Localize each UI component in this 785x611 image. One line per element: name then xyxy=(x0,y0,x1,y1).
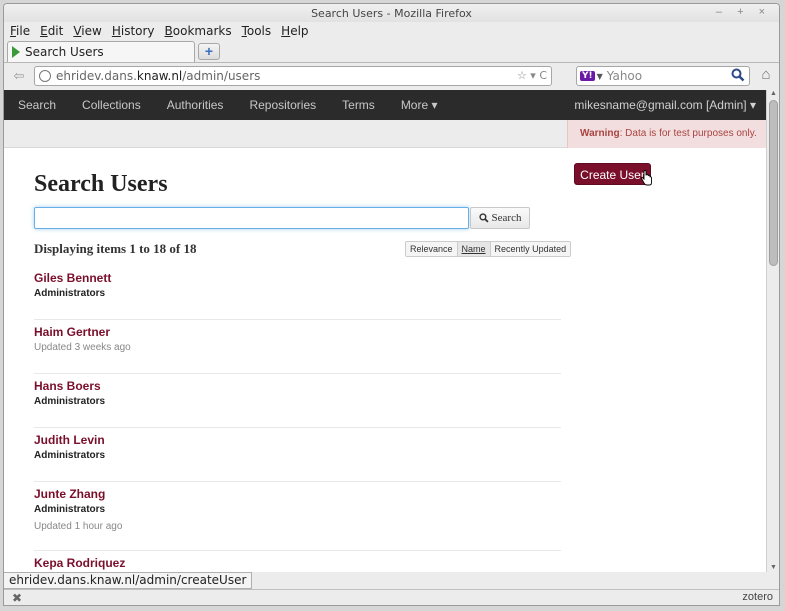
search-button[interactable]: Search xyxy=(470,207,530,229)
site-navbar: Search Collections Authorities Repositor… xyxy=(4,90,766,120)
tab-search-users[interactable]: Search Users xyxy=(7,41,195,62)
list-item: Kepa Rodriquez xyxy=(34,551,561,572)
menu-history[interactable]: History xyxy=(112,24,155,38)
close-icon[interactable]: ✖ xyxy=(12,591,22,605)
user-name-link[interactable]: Junte Zhang xyxy=(34,487,561,504)
url-path: /admin/users xyxy=(182,69,261,83)
status-url: ehridev.dans.knaw.nl/admin/createUser xyxy=(4,572,253,589)
title-bar: Search Users - Mozilla Firefox – + × xyxy=(4,4,779,22)
search-button-label: Search xyxy=(491,212,522,224)
web-search-placeholder: Yahoo xyxy=(606,69,643,83)
list-item: Junte Zhang Administrators Updated 1 hou… xyxy=(34,482,561,551)
user-name-link[interactable]: Kepa Rodriquez xyxy=(34,556,561,572)
menu-file[interactable]: File xyxy=(10,24,30,38)
url-tools[interactable]: ☆ ▾ C xyxy=(517,69,547,82)
nav-search[interactable]: Search xyxy=(18,98,56,112)
warning-banner: Warning: Data is for test purposes only. xyxy=(567,120,766,148)
search-icon xyxy=(478,213,489,223)
user-group: Administrators xyxy=(34,504,106,515)
scroll-up-icon[interactable]: ▲ xyxy=(770,90,777,97)
user-group: Administrators xyxy=(34,450,106,461)
user-updated: Updated 1 hour ago xyxy=(34,521,123,532)
search-icon[interactable] xyxy=(731,68,745,82)
nav-collections[interactable]: Collections xyxy=(82,98,141,112)
window-controls[interactable]: – + × xyxy=(716,6,771,18)
chevron-down-icon[interactable]: ▼ xyxy=(597,72,603,81)
user-name-link[interactable]: Judith Levin xyxy=(34,433,561,450)
page-content: Search Collections Authorities Repositor… xyxy=(4,90,766,572)
menu-bookmarks[interactable]: Bookmarks xyxy=(165,24,232,38)
sort-relevance[interactable]: Relevance xyxy=(406,242,458,256)
user-menu[interactable]: mikesname@gmail.com [Admin] ▾ xyxy=(574,98,756,112)
scroll-down-icon[interactable]: ▼ xyxy=(770,564,777,571)
user-list: Giles Bennett Administrators Haim Gertne… xyxy=(34,266,561,572)
navigation-bar: ⇦ ehridev.dans. knaw.nl/admin/users ☆ ▾ C… xyxy=(4,62,779,88)
addon-bar: ✖ zotero xyxy=(4,589,779,605)
list-item: Haim Gertner Updated 3 weeks ago xyxy=(34,320,561,374)
browser-window: Search Users - Mozilla Firefox – + × Fil… xyxy=(3,3,780,606)
menu-view[interactable]: View xyxy=(73,24,101,38)
menu-tools[interactable]: Tools xyxy=(242,24,272,38)
page-title: Search Users xyxy=(34,171,168,197)
hand-cursor-icon xyxy=(640,170,652,186)
url-prefix: ehridev.dans. xyxy=(56,69,137,83)
search-input[interactable] xyxy=(34,207,469,229)
menu-help[interactable]: Help xyxy=(281,24,308,38)
list-item: Hans Boers Administrators xyxy=(34,374,561,428)
tab-label: Search Users xyxy=(25,45,104,59)
yahoo-icon[interactable]: Y! xyxy=(580,71,595,81)
user-name-link[interactable]: Haim Gertner xyxy=(34,325,561,342)
window-title: Search Users - Mozilla Firefox xyxy=(311,7,472,20)
scrollbar-thumb[interactable] xyxy=(769,100,778,266)
web-search-box[interactable]: Y! ▼ Yahoo xyxy=(576,66,750,86)
warning-label: Warning xyxy=(580,128,620,139)
nav-terms[interactable]: Terms xyxy=(342,98,375,112)
sort-recently-updated[interactable]: Recently Updated xyxy=(491,242,571,256)
sort-options: Relevance Name Recently Updated xyxy=(405,241,572,257)
status-area: ehridev.dans.knaw.nl/admin/createUser ✖ … xyxy=(4,572,779,605)
url-host: knaw.nl xyxy=(136,69,183,83)
globe-icon xyxy=(39,70,51,82)
zotero-button[interactable]: zotero xyxy=(742,591,773,603)
list-item: Judith Levin Administrators xyxy=(34,428,561,482)
user-group: Administrators xyxy=(34,396,106,407)
tab-bar: Search Users + xyxy=(4,40,779,62)
new-tab-button[interactable]: + xyxy=(198,43,220,60)
user-name-link[interactable]: Hans Boers xyxy=(34,379,561,396)
warning-text: : Data is for test purposes only. xyxy=(619,128,757,139)
nav-repositories[interactable]: Repositories xyxy=(249,98,316,112)
result-count: Displaying items 1 to 18 of 18 xyxy=(34,241,197,256)
nav-more[interactable]: More ▾ xyxy=(401,98,438,112)
scrollbar[interactable]: ▲ ▼ xyxy=(766,90,779,572)
home-icon[interactable]: ⌂ xyxy=(756,66,776,86)
user-group: Administrators xyxy=(34,288,106,299)
back-arrow-icon[interactable]: ⇦ xyxy=(8,66,30,86)
list-item: Giles Bennett Administrators xyxy=(34,266,561,320)
menu-bar: File Edit View History Bookmarks Tools H… xyxy=(4,22,779,40)
menu-edit[interactable]: Edit xyxy=(40,24,63,38)
sort-name[interactable]: Name xyxy=(457,242,491,256)
nav-authorities[interactable]: Authorities xyxy=(167,98,224,112)
user-name-link[interactable]: Giles Bennett xyxy=(34,271,561,288)
user-updated: Updated 3 weeks ago xyxy=(34,342,131,353)
play-icon xyxy=(12,46,20,58)
url-bar[interactable]: ehridev.dans. knaw.nl/admin/users ☆ ▾ C xyxy=(34,66,552,86)
